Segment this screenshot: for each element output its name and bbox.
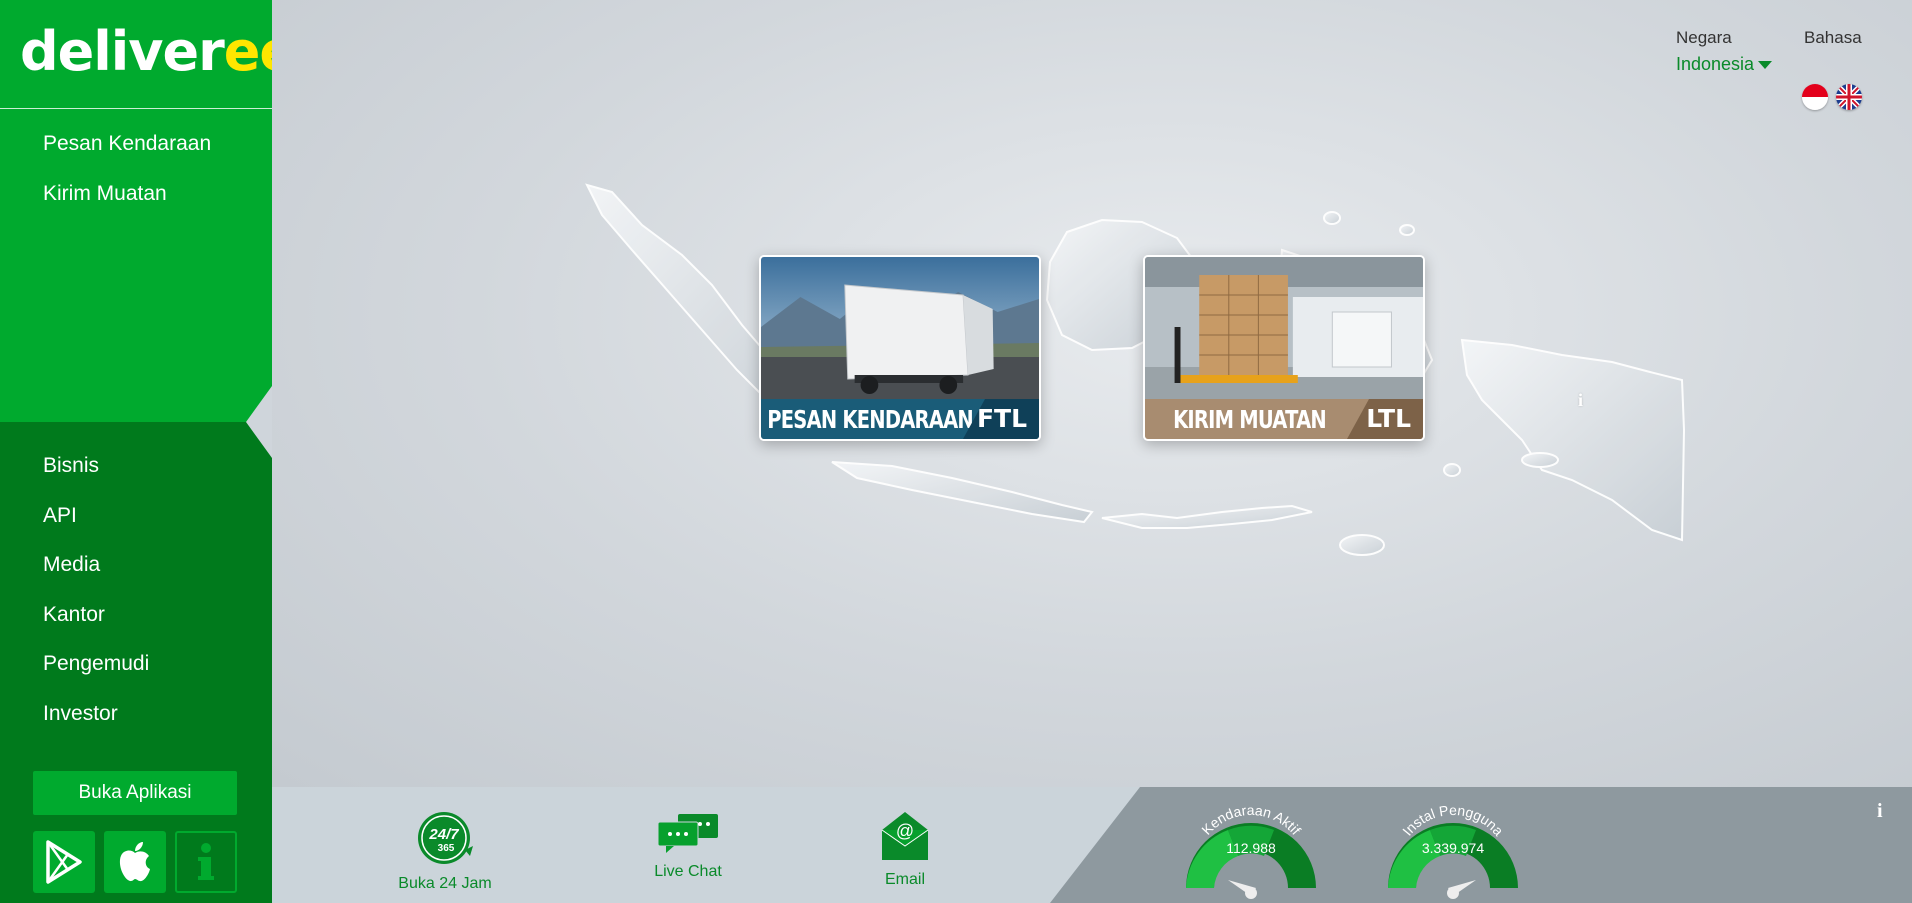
live-chat-link[interactable]: Live Chat <box>628 810 748 881</box>
nav-kantor[interactable]: Kantor <box>43 601 149 651</box>
email-envelope-icon: @ <box>881 812 929 860</box>
secondary-nav: Bisnis API Media Kantor Pengemudi Invest… <box>0 452 149 750</box>
island-nusa-tenggara <box>1101 504 1313 529</box>
chat-bubbles-icon <box>657 814 718 853</box>
island-small <box>1443 463 1461 477</box>
gauge-value-kendaraan-aktif: 112.988 <box>1226 840 1276 856</box>
badge-24-7-text: 24/7 <box>428 826 459 843</box>
email-link[interactable]: @ Email <box>845 810 965 889</box>
card-kirim-muatan-ltl[interactable]: KIRIM MUATAN LTL <box>1143 255 1425 441</box>
nav-pengemudi[interactable]: Pengemudi <box>43 650 149 700</box>
island-timor <box>1339 534 1385 556</box>
nav-media[interactable]: Media <box>43 551 149 601</box>
app-info-button[interactable] <box>175 831 237 893</box>
indonesia-map <box>585 183 1686 556</box>
primary-nav: Pesan Kendaraan Kirim Muatan <box>0 130 211 230</box>
country-dropdown[interactable]: Indonesia <box>1676 54 1773 75</box>
google-play-icon <box>46 840 82 884</box>
country-value: Indonesia <box>1676 54 1755 74</box>
live-chat-label: Live Chat <box>654 863 722 880</box>
nav-api[interactable]: API <box>43 502 149 552</box>
map-info-icon[interactable]: i <box>1578 390 1583 411</box>
deliveree-logo[interactable]: deliveree ™ <box>20 22 303 82</box>
stats-info-icon[interactable]: i <box>1877 800 1883 823</box>
card-ltl-banner: KIRIM MUATAN LTL <box>1145 399 1423 439</box>
sidebar-notch <box>246 386 272 458</box>
card-ltl-title: KIRIM MUATAN <box>1173 404 1327 434</box>
card-pesan-kendaraan-ftl[interactable]: PESAN KENDARAAN FTL <box>759 255 1041 441</box>
sidebar: deliveree ™ Pesan Kendaraan Kirim Muatan… <box>0 0 303 903</box>
gauge-value-instal-pengguna: 3.339.974 <box>1421 840 1485 856</box>
info-icon <box>198 843 214 880</box>
language-label: Bahasa <box>1804 28 1862 47</box>
open-24-hours-label: Buka 24 Jam <box>398 875 492 892</box>
logo-divider <box>0 108 272 109</box>
open-24-hours-link[interactable]: 24/7 365 Buka 24 Jam <box>385 810 505 893</box>
caret-down-icon <box>1758 61 1773 70</box>
badge-365-text: 365 <box>438 843 455 854</box>
country-label: Negara <box>1676 28 1732 47</box>
email-label: Email <box>884 871 925 888</box>
open-app-button[interactable]: Buka Aplikasi <box>33 771 237 815</box>
nav-kirim-muatan[interactable]: Kirim Muatan <box>43 180 211 230</box>
map-hero <box>272 0 1912 787</box>
island-small <box>1323 211 1341 225</box>
apple-icon <box>119 842 150 882</box>
card-ltl-tag: LTL <box>1347 399 1423 439</box>
google-play-button[interactable] <box>33 831 95 893</box>
card-ftl-title: PESAN KENDARAAN <box>767 404 973 434</box>
logo-wordmark: deliveree <box>20 25 296 79</box>
logo-main-text: deliver <box>20 20 225 83</box>
nav-pesan-kendaraan[interactable]: Pesan Kendaraan <box>43 130 211 180</box>
island-small <box>1521 452 1559 468</box>
nav-investor[interactable]: Investor <box>43 700 149 750</box>
svg-text:@: @ <box>896 821 914 841</box>
clock-24-7-icon: 24/7 365 <box>418 812 473 864</box>
island-java <box>831 461 1094 524</box>
app-store-button[interactable] <box>104 831 166 893</box>
gauge-active-vehicles: Kendaraan Aktif 112.988 <box>1176 800 1326 900</box>
island-papua <box>1460 338 1686 542</box>
card-ftl-banner: PESAN KENDARAAN FTL <box>761 399 1039 439</box>
island-small <box>1399 224 1415 236</box>
nav-bisnis[interactable]: Bisnis <box>43 452 149 502</box>
card-ftl-tag: FTL <box>963 399 1039 439</box>
indonesia-flag-icon[interactable] <box>1802 84 1828 110</box>
gauge-user-installs: Instal Pengguna 3.339.974 <box>1378 800 1528 900</box>
uk-flag-icon[interactable] <box>1836 84 1862 110</box>
warehouse-photo <box>1145 257 1423 403</box>
truck-photo <box>761 257 1039 403</box>
